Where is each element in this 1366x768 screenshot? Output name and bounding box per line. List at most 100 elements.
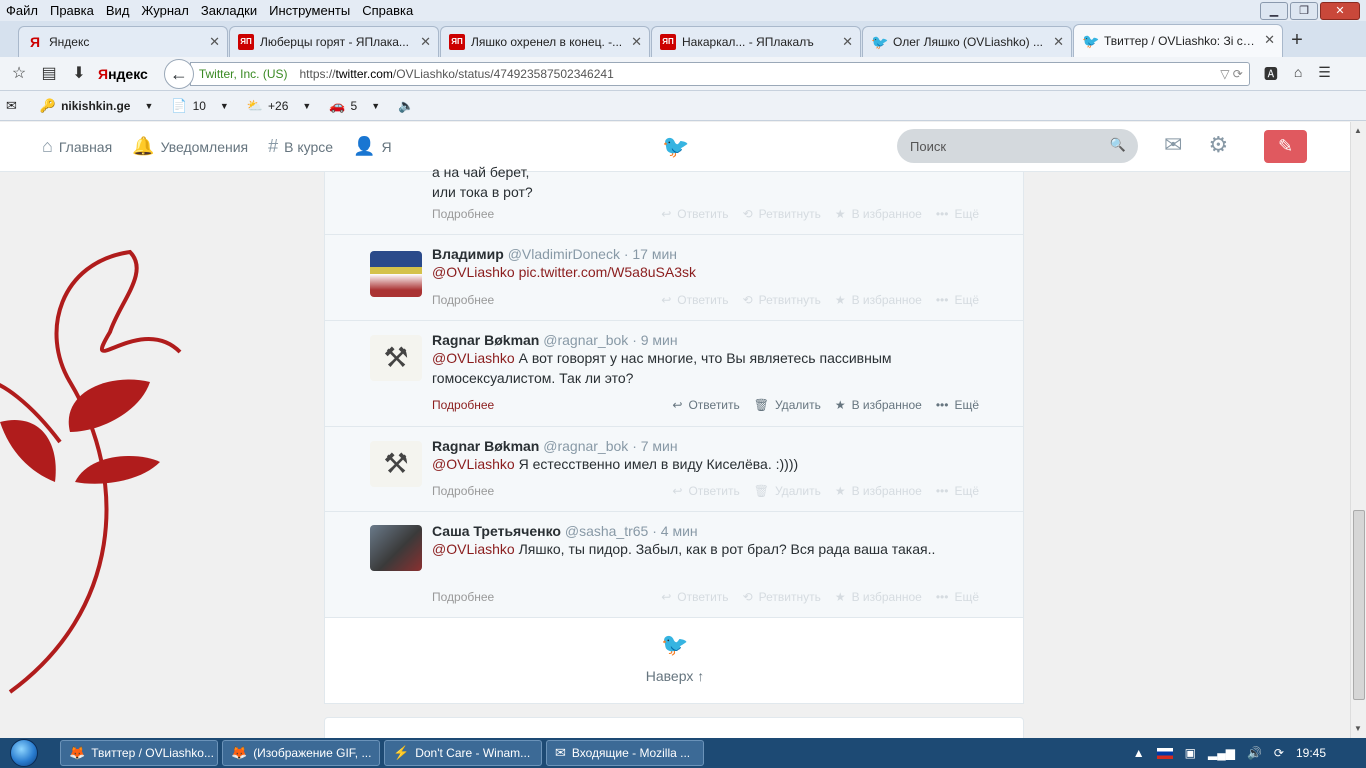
close-window-button[interactable]: ✕ [1320,2,1360,20]
tweet-time[interactable]: · 17 мин [624,246,677,262]
start-button[interactable] [0,738,48,768]
download-icon[interactable]: ⬇ [68,63,90,85]
url-text[interactable]: https://twitter.com/OVLiashko/status/474… [300,67,614,81]
menu-tools[interactable]: Инструменты [269,3,350,18]
favorite-button[interactable]: ★ В избранное [835,207,922,221]
more-button[interactable]: ••• Ещё [936,484,979,498]
delete-button[interactable]: 🗑 Удалить [754,484,821,498]
maximize-button[interactable]: ❐ [1290,2,1318,20]
url-bar[interactable]: Twitter, Inc. (US) https://twitter.com/O… [189,61,1250,86]
taskbar-item-thunderbird[interactable]: ✉ Входящие - Mozilla ... [546,740,704,766]
translate-icon[interactable]: 🅰 [1264,64,1278,84]
close-tab-icon[interactable]: ✕ [1264,32,1275,48]
scrollbar-thumb[interactable] [1353,510,1365,700]
back-button[interactable]: ← [163,58,194,89]
chevron-down-icon[interactable]: ▼ [302,101,311,111]
author-name[interactable]: Ragnar Bøkman [432,438,539,454]
author-handle[interactable]: @sasha_tr65 [565,523,648,539]
back-to-top[interactable]: 🐦 Наверх ↑ [325,632,1025,684]
bookmarks-list-icon[interactable]: ▤ [38,63,60,85]
gear-icon[interactable]: ⚙ [1208,132,1228,158]
author-handle[interactable]: @VladimirDoneck [508,246,620,262]
avatar[interactable] [370,525,422,571]
retweet-button[interactable]: ⟲ Ретвитнуть [743,293,821,307]
taskbar-item-winamp[interactable]: ⚡ Don't Care - Winam... [384,740,542,766]
delete-button[interactable]: 🗑 Удалить [754,398,821,412]
nav-home[interactable]: ⌂ Главная [42,136,112,157]
tweet[interactable]: ⚒ Ragnar Bøkman @ragnar_bok · 7 мин @OVL… [325,427,1023,512]
messages-icon[interactable]: ✉ [1164,132,1182,158]
clock[interactable]: 19:45 [1296,746,1326,760]
hamburger-menu-icon[interactable]: ☰ [1318,64,1331,84]
tab-yaplakal-2[interactable]: ЯП Ляшко охренел в конец. -... ✕ [440,26,650,57]
tab-yandex[interactable]: Я Яндекс ✕ [18,26,228,57]
mention-link[interactable]: @OVLiashko [432,541,515,557]
close-tab-icon[interactable]: ✕ [1053,34,1064,50]
nav-discover[interactable]: # В курсе [268,136,333,157]
more-button[interactable]: ••• Ещё [936,293,979,307]
volume-icon[interactable]: 🔊 [1247,746,1262,760]
back-to-top-link[interactable]: Наверх ↑ [646,668,704,684]
mention-link[interactable]: @OVLiashko [432,350,515,366]
network-icon[interactable]: ▂▄▆ [1208,746,1235,760]
close-tab-icon[interactable]: ✕ [209,34,220,50]
details-link[interactable]: Подробнее [432,293,494,307]
author-handle[interactable]: @ragnar_bok [543,332,628,348]
tweet[interactable]: ⚒ Ragnar Bøkman @ragnar_bok · 9 мин @OVL… [325,321,1023,427]
favorite-button[interactable]: ★ В избранное [835,484,922,498]
speaker-icon[interactable]: 🔈 [398,98,419,114]
minimize-button[interactable]: ▁ [1260,2,1288,20]
menu-view[interactable]: Вид [106,3,130,18]
close-tab-icon[interactable]: ✕ [420,34,431,50]
avatar[interactable] [370,251,422,297]
details-link[interactable]: Подробнее [432,207,494,221]
bookmark-weather[interactable]: ⛅ +26 ▼ [247,98,311,114]
bookmark-traffic[interactable]: 🚗 5 ▼ [329,98,380,114]
update-icon[interactable]: ⟳ [1274,746,1284,760]
tweet-time[interactable]: · 4 мин [652,523,697,539]
reload-icon[interactable]: ▽ ⟳ [1220,67,1243,81]
retweet-button[interactable]: ⟲ Ретвитнуть [743,207,821,221]
bookmark-nikishkin[interactable]: 🔑 nikishkin.ge ▼ [40,98,153,114]
reply-button[interactable]: ↩ Ответить [661,207,728,221]
reply-button[interactable]: ↩ Ответить [672,484,739,498]
details-link[interactable]: Подробнее [432,398,494,412]
more-button[interactable]: ••• Ещё [936,207,979,221]
menu-file[interactable]: Файл [6,3,38,18]
tweet[interactable]: Владимир @VladimirDoneck · 17 мин @OVLia… [325,235,1023,321]
avatar[interactable]: ⚒ [370,441,422,487]
reply-button[interactable]: ↩ Ответить [672,398,739,412]
tweet[interactable]: а на чай берет, или тока в рот? Подробне… [325,164,1023,235]
chevron-down-icon[interactable]: ▼ [220,101,229,111]
bookmark-counter[interactable]: 📄 10 ▼ [171,98,228,114]
taskbar-item-firefox-twitter[interactable]: 🦊 Твиттер / OVLiashko... [60,740,218,766]
tab-twitter-status[interactable]: 🐦 Твиттер / OVLiashko: Зі св... ✕ [1073,24,1283,57]
mail-icon[interactable]: ✉ [6,98,22,114]
favorite-button[interactable]: ★ В избранное [835,398,922,412]
author-name[interactable]: Ragnar Bøkman [432,332,539,348]
nav-me[interactable]: 👤 Я [353,136,392,157]
star-icon[interactable]: ☆ [8,63,30,85]
more-button[interactable]: ••• Ещё [936,590,979,604]
menu-bookmarks[interactable]: Закладки [201,3,257,18]
mention-link[interactable]: @OVLiashko [432,456,515,472]
new-tab-button[interactable]: + [1284,26,1310,57]
tweet-time[interactable]: · 7 мин [632,438,677,454]
yandex-logo[interactable]: Яндекс [98,66,148,82]
favorite-button[interactable]: ★ В избранное [835,590,922,604]
tab-yaplakal-1[interactable]: ЯП Люберцы горят - ЯПлака... ✕ [229,26,439,57]
avatar[interactable]: ⚒ [370,335,422,381]
page-scrollbar[interactable]: ▲ ▼ [1350,122,1366,738]
tab-twitter-profile[interactable]: 🐦 Олег Ляшко (OVLiashko) ... ✕ [862,26,1072,57]
author-handle[interactable]: @ragnar_bok [543,438,628,454]
search-icon[interactable]: 🔍 [1110,137,1126,153]
tab-yaplakal-3[interactable]: ЯП Накаркал... - ЯПлакалъ ✕ [651,26,861,57]
favorite-button[interactable]: ★ В избранное [835,293,922,307]
reply-button[interactable]: ↩ Ответить [661,293,728,307]
retweet-button[interactable]: ⟲ Ретвитнуть [743,590,821,604]
home-icon[interactable]: ⌂ [1294,64,1302,84]
tweet[interactable]: Саша Третьяченко @sasha_tr65 · 4 мин @OV… [325,512,1023,618]
compose-tweet-button[interactable]: ✎ [1264,130,1307,163]
taskbar-item-firefox-gif[interactable]: 🦊 (Изображение GIF, ... [222,740,380,766]
details-link[interactable]: Подробнее [432,590,494,604]
